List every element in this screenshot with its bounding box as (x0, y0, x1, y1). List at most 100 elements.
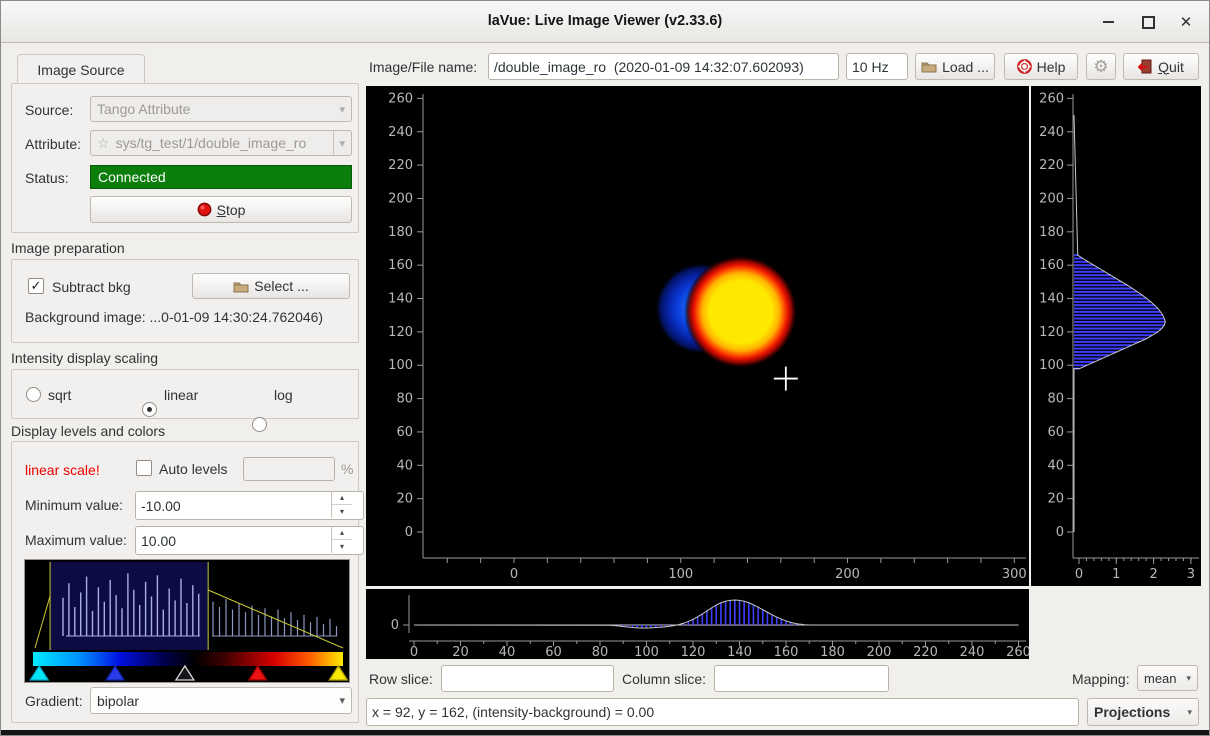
window-bottom-edge (1, 730, 1209, 736)
min-value-input[interactable] (135, 491, 364, 520)
min-value-spinbox[interactable]: ▴▾ (135, 491, 352, 518)
refresh-rate-input[interactable] (846, 53, 908, 80)
column-slice-input[interactable] (714, 665, 889, 692)
chevron-down-icon: ▾ (339, 694, 345, 707)
status-badge: Connected (90, 165, 352, 189)
radio-linear[interactable] (142, 402, 157, 417)
max-value-label: Maximum value: (25, 532, 127, 548)
svg-text:200: 200 (835, 567, 860, 582)
row-slice-input[interactable] (441, 665, 614, 692)
max-value-input[interactable] (135, 526, 364, 555)
svg-text:0: 0 (1075, 567, 1083, 582)
maximize-button[interactable] (1135, 11, 1161, 33)
svg-text:140: 140 (727, 645, 752, 659)
image-preparation-title: Image preparation (11, 240, 125, 256)
projections-combo[interactable]: Projections ▾ (1087, 698, 1199, 726)
status-label: Status: (25, 170, 69, 186)
svg-text:180: 180 (1039, 225, 1064, 240)
svg-text:200: 200 (867, 645, 892, 659)
attribute-value: sys/tg_test/1/double_image_ro (116, 135, 307, 151)
auto-levels-percent-input[interactable] (243, 457, 335, 481)
gear-icon: ⚙ (1093, 57, 1108, 77)
titlebar: laVue: Live Image Viewer (v2.33.6) ✕ (1, 1, 1209, 43)
image-preparation-panel: ✓ Subtract bkg Select ... Background ima… (11, 259, 359, 343)
image-file-name-input[interactable] (488, 53, 839, 80)
chevron-down-icon: ▾ (333, 131, 345, 155)
svg-text:200: 200 (388, 191, 413, 206)
intensity-scaling-panel: sqrt linear log (11, 369, 359, 419)
svg-text:160: 160 (388, 258, 413, 273)
spin-up-icon[interactable]: ▴ (332, 526, 352, 539)
auto-levels-checkbox[interactable] (136, 460, 152, 476)
svg-text:180: 180 (388, 225, 413, 240)
min-value-spin-buttons[interactable]: ▴▾ (331, 491, 352, 518)
status-value: Connected (98, 169, 166, 185)
spin-down-icon[interactable]: ▾ (332, 504, 352, 518)
max-value-spinbox[interactable]: ▴▾ (135, 526, 352, 553)
svg-text:0: 0 (410, 645, 418, 659)
chevron-down-icon: ▾ (1186, 673, 1191, 684)
svg-text:40: 40 (396, 458, 413, 473)
stop-label-rest: top (226, 202, 245, 218)
settings-button[interactable]: ⚙ (1086, 53, 1116, 80)
image-source-panel: Source: Tango Attribute ▾ Attribute: ☆ s… (11, 83, 359, 233)
radio-log[interactable] (252, 417, 267, 432)
levels-histogram-widget[interactable] (24, 559, 350, 683)
tab-image-source-label: Image Source (37, 62, 124, 78)
radio-sqrt[interactable] (26, 387, 41, 402)
row-projection-plot[interactable]: 0204060801001201401601802002202402600123 (1031, 86, 1201, 586)
life-ring-icon (1017, 59, 1032, 74)
source-combo[interactable]: Tango Attribute ▾ (90, 96, 352, 122)
main-image-plot[interactable]: 0204060801001201401601802002202402600100… (366, 86, 1029, 586)
select-background-button[interactable]: Select ... (192, 273, 350, 299)
column-projection-plot[interactable]: 0020406080100120140160180200220240260 (366, 589, 1029, 659)
stop-button[interactable]: Stop (90, 196, 352, 223)
mapping-value: mean (1144, 671, 1177, 686)
subtract-bkg-checkbox[interactable]: ✓ (28, 278, 44, 294)
star-icon: ☆ (97, 135, 110, 152)
scale-warning: linear scale! (25, 462, 100, 478)
quit-button[interactable]: Quit (1123, 53, 1199, 80)
svg-text:80: 80 (592, 645, 609, 659)
maximize-icon (1142, 16, 1155, 29)
svg-text:240: 240 (960, 645, 985, 659)
svg-text:100: 100 (668, 567, 693, 582)
svg-text:40: 40 (1047, 458, 1064, 473)
help-button[interactable]: Help (1004, 53, 1078, 80)
svg-text:120: 120 (388, 325, 413, 340)
quit-label-rest: uit (1169, 59, 1184, 75)
svg-text:2: 2 (1149, 567, 1157, 582)
svg-text:220: 220 (913, 645, 938, 659)
check-icon: ✓ (31, 278, 42, 294)
svg-text:180: 180 (820, 645, 845, 659)
minimize-button[interactable] (1095, 11, 1121, 33)
levels-histogram-canvas[interactable] (25, 560, 349, 682)
close-button[interactable]: ✕ (1173, 11, 1199, 33)
close-icon: ✕ (1180, 13, 1193, 31)
load-label: Load ... (942, 59, 989, 75)
spin-down-icon[interactable]: ▾ (332, 539, 352, 553)
load-button[interactable]: Load ... (915, 53, 995, 80)
source-value: Tango Attribute (97, 101, 190, 117)
attribute-combo[interactable]: ☆ sys/tg_test/1/double_image_ro ▾ (90, 130, 352, 156)
svg-text:0: 0 (510, 567, 518, 582)
radio-sqrt-label: sqrt (48, 387, 71, 403)
svg-text:160: 160 (1039, 258, 1064, 273)
gradient-value: bipolar (97, 693, 139, 709)
help-label: Help (1037, 59, 1066, 75)
tab-image-source[interactable]: Image Source (17, 54, 145, 84)
svg-text:160: 160 (774, 645, 799, 659)
percent-label: % (341, 461, 353, 477)
svg-text:20: 20 (1047, 492, 1064, 507)
select-background-label: Select ... (254, 278, 308, 294)
mapping-combo[interactable]: mean ▾ (1137, 665, 1198, 691)
svg-text:140: 140 (388, 292, 413, 307)
source-label: Source: (25, 102, 73, 118)
svg-text:140: 140 (1039, 292, 1064, 307)
svg-text:100: 100 (634, 645, 659, 659)
gradient-combo[interactable]: bipolar ▾ (90, 687, 352, 714)
column-slice-label: Column slice: (622, 671, 706, 687)
spin-up-icon[interactable]: ▴ (332, 491, 352, 504)
svg-text:60: 60 (1047, 425, 1064, 440)
max-value-spin-buttons[interactable]: ▴▾ (331, 526, 352, 553)
